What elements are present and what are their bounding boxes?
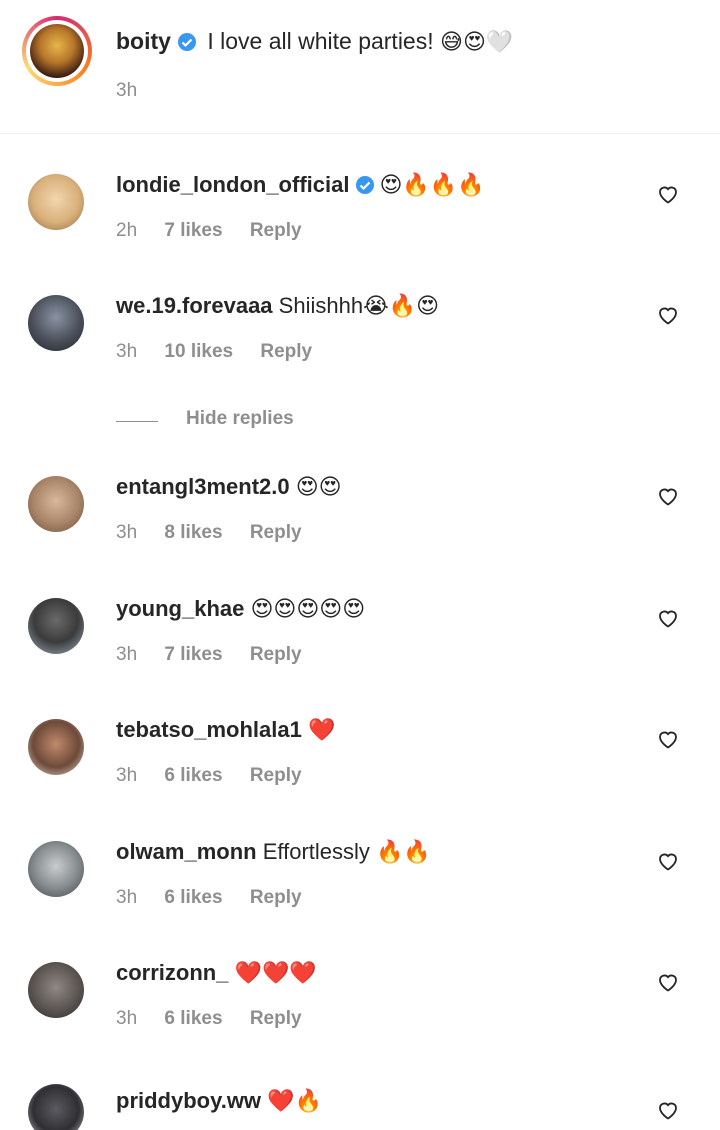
post-username[interactable]: boity — [116, 28, 171, 54]
comment-likes[interactable]: 8 likes — [164, 522, 222, 543]
post-emoji: 😅😍🤍 — [440, 30, 514, 55]
comment-item: tebatso_mohlala1 ❤️ 3h 6 likes Reply — [0, 717, 720, 819]
comment-username[interactable]: we.19.forevaaa — [116, 293, 273, 318]
comment-username[interactable]: tebatso_mohlala1 — [116, 717, 302, 742]
comment-username[interactable]: corrizonn_ — [116, 960, 228, 985]
avatar[interactable] — [28, 841, 84, 897]
comment-time: 3h — [116, 644, 138, 665]
comment-likes[interactable]: 7 likes — [164, 220, 222, 241]
heart-icon[interactable] — [656, 849, 680, 873]
comment-likes[interactable]: 6 likes — [164, 887, 222, 908]
heart-icon[interactable] — [656, 1098, 680, 1122]
comment-time: 3h — [116, 341, 138, 362]
divider — [0, 133, 720, 134]
post-author-avatar[interactable] — [22, 16, 92, 86]
heart-icon[interactable] — [656, 970, 680, 994]
comment-text: Shiishhh — [278, 293, 364, 318]
comment-time: 3h — [116, 765, 138, 786]
heart-icon[interactable] — [656, 182, 680, 206]
heart-icon[interactable] — [656, 606, 680, 630]
comment-likes[interactable]: 10 likes — [164, 341, 233, 362]
comment-username[interactable]: entangl3ment2.0 — [116, 474, 290, 499]
comment-emoji: 😭🔥😍 — [363, 294, 440, 319]
comment-time: 3h — [116, 522, 138, 543]
comment-item: we.19.forevaaa Shiishhh😭🔥😍 3h 10 likes R… — [0, 293, 720, 395]
reply-button[interactable]: Reply — [260, 341, 312, 362]
comment-item: londie_london_official 😍🔥🔥🔥 2h 7 likes Re… — [0, 172, 720, 274]
heart-icon[interactable] — [656, 727, 680, 751]
comment-item: olwam_monn Effortlessly 🔥🔥 3h 6 likes Re… — [0, 839, 720, 941]
comment-emoji: ❤️ — [307, 718, 336, 743]
avatar[interactable] — [28, 174, 84, 230]
heart-icon[interactable] — [656, 303, 680, 327]
reply-button[interactable]: Reply — [250, 220, 302, 241]
comment-emoji: ❤️❤️❤️ — [234, 961, 317, 986]
comment-time: 3h — [116, 1008, 138, 1029]
comment-emoji: 😍😍 — [295, 475, 342, 500]
reply-button[interactable]: Reply — [250, 887, 302, 908]
avatar[interactable] — [28, 962, 84, 1018]
comment-likes[interactable]: 6 likes — [164, 765, 222, 786]
comment-username[interactable]: young_khae — [116, 596, 244, 621]
comment-time: 2h — [116, 220, 138, 241]
reply-button[interactable]: Reply — [250, 644, 302, 665]
verified-badge-icon — [177, 33, 196, 51]
comment-username[interactable]: londie_london_official — [116, 172, 349, 197]
post-caption: boity I love all white parties! 😅😍🤍 — [116, 26, 513, 58]
avatar[interactable] — [28, 476, 84, 532]
comment-emoji: 😍🔥🔥🔥 — [379, 173, 485, 198]
comment-username[interactable]: olwam_monn — [116, 839, 257, 864]
reply-button[interactable]: Reply — [250, 1008, 302, 1029]
post-text: I love all white parties! — [207, 28, 434, 54]
post-time: 3h — [116, 80, 138, 101]
comment-item: priddyboy.ww ❤️🔥 — [0, 1084, 720, 1130]
avatar[interactable] — [28, 598, 84, 654]
comment-likes[interactable]: 6 likes — [164, 1008, 222, 1029]
comment-emoji: ❤️🔥 — [267, 1089, 322, 1114]
avatar[interactable] — [28, 719, 84, 775]
reply-thread-line — [116, 421, 158, 422]
avatar[interactable] — [28, 1084, 84, 1130]
heart-icon[interactable] — [656, 484, 680, 508]
comment-text: Effortlessly — [262, 839, 370, 864]
comment-username[interactable]: priddyboy.ww — [116, 1088, 261, 1113]
comment-item: entangl3ment2.0 😍😍 3h 8 likes Reply — [0, 474, 720, 576]
comment-emoji: 😍😍😍😍😍 — [250, 597, 366, 622]
comment-likes[interactable]: 7 likes — [164, 644, 222, 665]
comment-item: young_khae 😍😍😍😍😍 3h 7 likes Reply — [0, 596, 720, 698]
reply-button[interactable]: Reply — [250, 765, 302, 786]
comment-item: corrizonn_ ❤️❤️❤️ 3h 6 likes Reply — [0, 960, 720, 1062]
reply-button[interactable]: Reply — [250, 522, 302, 543]
comment-time: 3h — [116, 887, 138, 908]
verified-badge-icon — [356, 176, 375, 194]
hide-replies-label[interactable]: Hide replies — [186, 408, 294, 430]
avatar[interactable] — [28, 295, 84, 351]
comment-emoji: 🔥🔥 — [376, 840, 431, 865]
